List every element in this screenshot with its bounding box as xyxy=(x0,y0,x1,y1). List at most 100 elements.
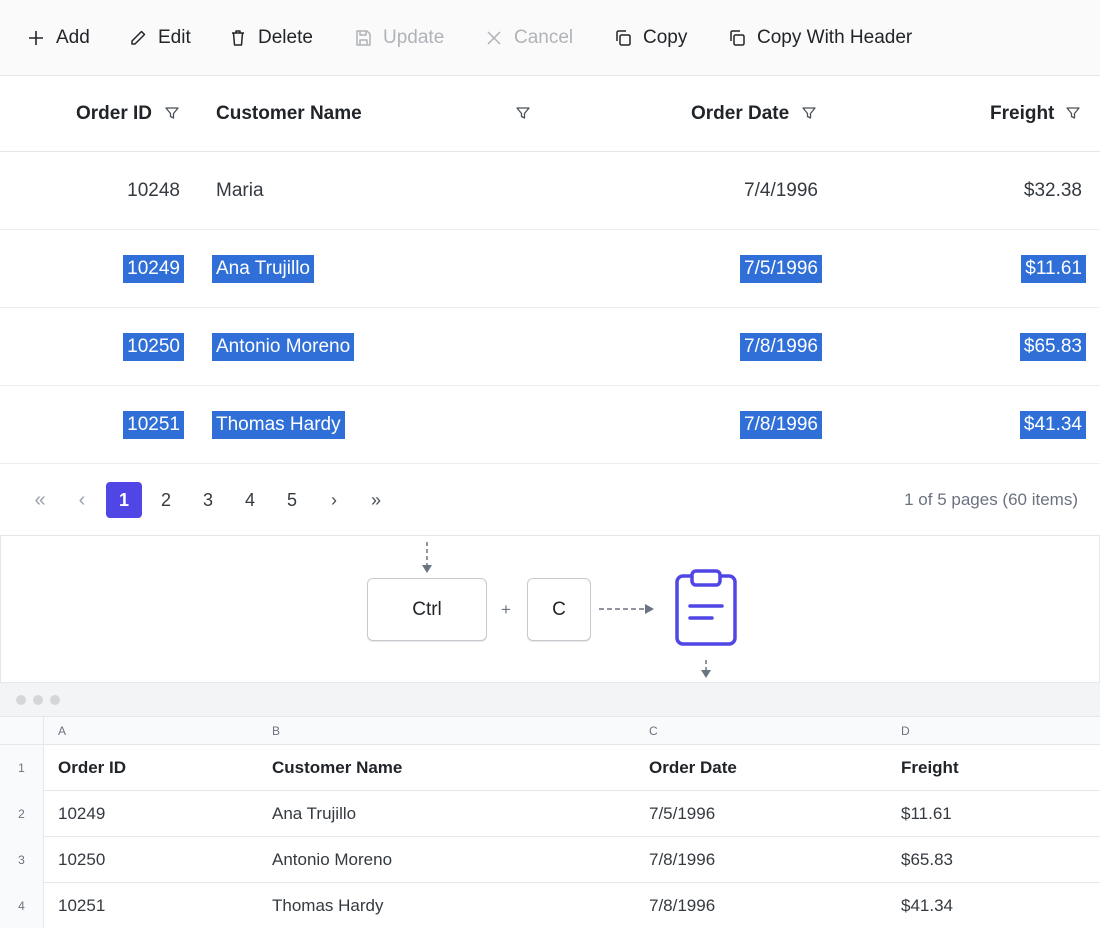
cancel-button-label: Cancel xyxy=(514,27,574,48)
previous-page-button[interactable]: ‹ xyxy=(64,482,100,518)
down-arrow-icon xyxy=(422,542,432,573)
spreadsheet-window: A B C D 1 Order ID Customer Name Order D… xyxy=(0,683,1100,928)
pager-info: 1 of 5 pages (60 items) xyxy=(904,490,1078,509)
cancel-button[interactable]: Cancel xyxy=(484,0,573,76)
column-header-freight[interactable]: Freight xyxy=(990,76,1054,152)
customer-name-cell: Thomas Hardy xyxy=(212,411,345,439)
copy-with-header-button[interactable]: Copy With Header xyxy=(727,0,912,76)
plus-sign: + xyxy=(501,600,511,619)
pencil-icon xyxy=(131,30,146,45)
page-button-1[interactable]: 1 xyxy=(106,482,142,518)
order-date-cell: 7/8/1996 xyxy=(740,411,822,439)
sheet-cell[interactable]: $11.61 xyxy=(901,791,952,837)
filter-icon[interactable] xyxy=(163,104,181,122)
order-date-cell: 7/5/1996 xyxy=(740,255,822,283)
down-arrow-icon xyxy=(701,660,711,678)
table-row[interactable]: 10248 Maria 7/4/1996 $32.38 xyxy=(0,152,1100,230)
delete-button[interactable]: Delete xyxy=(228,0,313,76)
column-letter-a: A xyxy=(58,724,67,738)
customer-name-cell: Maria xyxy=(216,180,264,201)
sheet-cell[interactable]: Antonio Moreno xyxy=(272,837,392,883)
c-key: C xyxy=(527,578,591,641)
freight-cell: $41.34 xyxy=(1019,411,1086,439)
right-arrow-icon xyxy=(599,604,654,614)
filter-icon[interactable] xyxy=(514,104,532,122)
column-header-order-id[interactable]: Order ID xyxy=(76,76,152,152)
sheet-cell[interactable]: Customer Name xyxy=(272,745,402,791)
window-dot xyxy=(50,695,60,705)
row-number: 2 xyxy=(0,791,44,837)
sheet-cell[interactable]: $65.83 xyxy=(901,837,953,883)
clipboard-icon xyxy=(675,569,737,646)
column-header-order-date[interactable]: Order Date xyxy=(691,76,789,152)
freight-cell: $65.83 xyxy=(1019,333,1086,361)
page-button-3[interactable]: 3 xyxy=(190,482,226,518)
copy-shortcut-illustration: Ctrl + C xyxy=(0,535,1100,683)
update-button-label: Update xyxy=(383,27,445,48)
sheet-cell[interactable]: 10250 xyxy=(58,837,105,883)
copy-icon xyxy=(616,30,631,46)
sheet-row: 3 10250 Antonio Moreno 7/8/1996 $65.83 xyxy=(0,837,1100,883)
update-button[interactable]: Update xyxy=(353,0,444,76)
order-id-cell: 10248 xyxy=(127,180,180,201)
ctrl-key: Ctrl xyxy=(367,578,487,641)
page-button-4[interactable]: 4 xyxy=(232,482,268,518)
add-button-label: Add xyxy=(56,27,90,48)
page-button-5[interactable]: 5 xyxy=(274,482,310,518)
order-date-cell: 7/4/1996 xyxy=(744,180,818,201)
table-row-selected[interactable]: 10249 Ana Trujillo 7/5/1996 $11.61 xyxy=(0,230,1100,308)
column-letter-d: D xyxy=(901,724,910,738)
filter-icon[interactable] xyxy=(1064,104,1082,122)
column-header-customer-name[interactable]: Customer Name xyxy=(216,76,362,152)
sheet-cell[interactable]: 7/8/1996 xyxy=(649,883,715,928)
trash-icon xyxy=(232,30,244,46)
sheet-cell[interactable]: Freight xyxy=(901,745,959,791)
delete-button-label: Delete xyxy=(258,27,313,48)
grid-header: Order ID Customer Name Order Date Freigh… xyxy=(0,76,1100,152)
sheet-cell[interactable]: 10251 xyxy=(58,883,105,928)
sheet-cell[interactable]: Order Date xyxy=(649,745,737,791)
column-letter-c: C xyxy=(649,724,658,738)
row-number: 1 xyxy=(0,745,44,791)
filter-icon[interactable] xyxy=(800,104,818,122)
sheet-cell[interactable]: Thomas Hardy xyxy=(272,883,383,928)
freight-cell: $11.61 xyxy=(1021,255,1086,283)
row-number: 3 xyxy=(0,837,44,883)
save-icon xyxy=(356,30,371,46)
pager: « ‹ 1 2 3 4 5 › » 1 of 5 pages (60 items… xyxy=(0,464,1100,536)
sheet-cell[interactable]: Order ID xyxy=(58,745,126,791)
row-number: 4 xyxy=(0,883,44,928)
customer-name-cell: Antonio Moreno xyxy=(212,333,355,361)
sheet-cell[interactable]: Ana Trujillo xyxy=(272,791,356,837)
last-page-button[interactable]: » xyxy=(358,482,394,518)
table-row-selected[interactable]: 10251 Thomas Hardy 7/8/1996 $41.34 xyxy=(0,386,1100,464)
next-page-button[interactable]: › xyxy=(316,482,352,518)
sheet-cell[interactable]: $41.34 xyxy=(901,883,953,928)
window-titlebar xyxy=(0,683,1100,717)
window-dot xyxy=(33,695,43,705)
sheet-corner xyxy=(0,717,44,745)
sheet-cell[interactable]: 10249 xyxy=(58,791,105,837)
copy-with-header-button-label: Copy With Header xyxy=(757,27,913,48)
order-id-cell: 10250 xyxy=(123,333,184,361)
sheet-cell[interactable]: 7/5/1996 xyxy=(649,791,715,837)
sheet-row: 4 10251 Thomas Hardy 7/8/1996 $41.34 xyxy=(0,883,1100,928)
first-page-button[interactable]: « xyxy=(22,482,58,518)
edit-button[interactable]: Edit xyxy=(128,0,191,76)
freight-cell: $32.38 xyxy=(1023,180,1082,201)
copy-button[interactable]: Copy xyxy=(613,0,687,76)
column-letter-b: B xyxy=(272,724,281,738)
edit-button-label: Edit xyxy=(158,27,191,48)
copy-icon xyxy=(730,30,745,46)
copy-button-label: Copy xyxy=(643,27,688,48)
window-dot xyxy=(16,695,26,705)
page-button-2[interactable]: 2 xyxy=(148,482,184,518)
sheet-row: 1 Order ID Customer Name Order Date Frei… xyxy=(0,745,1100,791)
plus-icon xyxy=(29,31,43,45)
add-button[interactable]: Add xyxy=(26,0,90,76)
order-id-cell: 10249 xyxy=(123,255,184,283)
table-row-selected[interactable]: 10250 Antonio Moreno 7/8/1996 $65.83 xyxy=(0,308,1100,386)
close-icon xyxy=(487,31,501,45)
sheet-cell[interactable]: 7/8/1996 xyxy=(649,837,715,883)
order-id-cell: 10251 xyxy=(123,411,184,439)
